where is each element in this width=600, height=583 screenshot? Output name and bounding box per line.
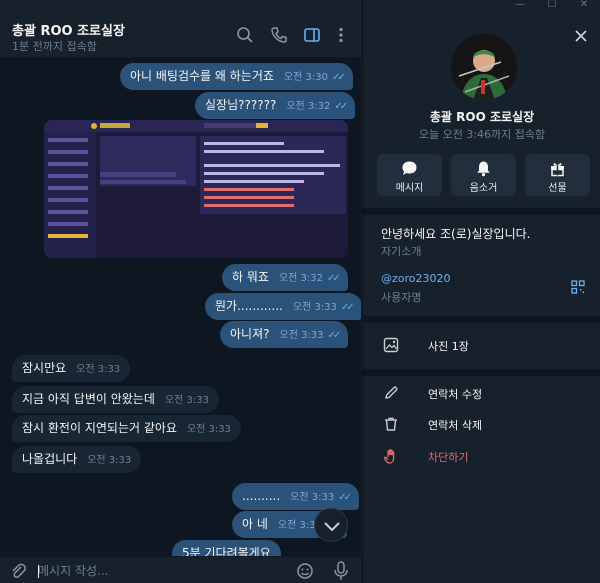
message-bubble[interactable]: .......... 오전 3:33 ✓✓: [232, 483, 359, 510]
message-time: 오전 3:33: [164, 395, 209, 406]
message-text: 아니져?: [230, 327, 270, 341]
message-text: 실장님??????: [205, 98, 277, 112]
microphone-icon[interactable]: [333, 561, 349, 583]
more-menu-icon[interactable]: [332, 26, 352, 46]
chevron-down-icon: [324, 522, 340, 532]
message-text: 잠시만요: [22, 361, 67, 375]
message-text: 지금 아직 답변이 안왔는데: [22, 392, 155, 406]
message-bubble[interactable]: 잠시 환전이 지연되는거 같아요 오전 3:33: [12, 415, 242, 442]
message-bubble[interactable]: 잠시만요 오전 3:33: [12, 355, 131, 382]
message-button-label: 메시지: [395, 183, 424, 194]
message-input[interactable]: [38, 563, 278, 579]
avatar[interactable]: [451, 34, 517, 100]
message-time: 오전 3:32: [278, 273, 323, 284]
message-bubble[interactable]: 뭔가............ 오전 3:33 ✓✓: [205, 293, 361, 320]
message-text: 하 뭐죠: [232, 270, 269, 284]
mute-button-label: 음소거: [469, 183, 498, 194]
bio-label: 자기소개: [381, 245, 422, 258]
text-caret: [38, 565, 39, 578]
message-time: 오전 3:33: [76, 364, 121, 375]
pencil-icon: [383, 385, 399, 401]
screenshot-thumbnail: [44, 120, 348, 258]
section-divider: [363, 208, 600, 215]
username-link[interactable]: @zoro23020: [381, 272, 451, 285]
emoji-icon[interactable]: [296, 562, 314, 583]
message-time: 오전 3:33: [279, 330, 324, 341]
block-user-row[interactable]: 차단하기: [363, 440, 600, 472]
search-icon[interactable]: [236, 26, 256, 46]
message-bubble[interactable]: 지금 아직 답변이 안왔는데 오전 3:33: [12, 386, 219, 413]
maximize-button[interactable]: ☐: [536, 0, 568, 14]
mute-button[interactable]: 음소거: [451, 154, 516, 196]
message-button[interactable]: 메시지: [377, 154, 442, 196]
hand-stop-icon: [383, 448, 399, 464]
gift-button-label: 선물: [548, 183, 567, 194]
close-icon[interactable]: [573, 28, 589, 44]
gift-icon: [549, 160, 566, 177]
message-time: 오전 3:32: [286, 101, 331, 112]
profile-name: 총괄 ROO 조로실장: [429, 110, 535, 124]
message-bubble[interactable]: 아니 배팅검수를 왜 하는거죠 오전 3:30 ✓✓: [120, 63, 353, 90]
message-text: 나올겁니다: [22, 452, 78, 466]
attach-icon[interactable]: [10, 562, 26, 583]
read-checks-icon: ✓✓: [326, 273, 341, 284]
message-time: 오전 3:33: [290, 492, 335, 503]
message-text: 아니 배팅검수를 왜 하는거죠: [130, 69, 274, 83]
window-controls: — ☐ ✕: [360, 0, 600, 14]
media-photos-row[interactable]: 사진 1장: [363, 329, 600, 361]
profile-last-seen: 오늘 오전 3:46까지 접속함: [418, 128, 546, 141]
message-bubble[interactable]: 실장님?????? 오전 3:32 ✓✓: [195, 92, 356, 119]
minimize-button[interactable]: —: [504, 0, 536, 14]
message-text: 아 네: [242, 517, 268, 531]
chat-header[interactable]: 총괄 ROO 조로실장 1분 전까지 접속함: [0, 0, 361, 58]
message-time: 오전 3:33: [87, 455, 132, 466]
message-text: ..........: [242, 489, 281, 503]
trash-icon: [383, 416, 399, 432]
message-bubble[interactable]: 하 뭐죠 오전 3:32 ✓✓: [222, 264, 348, 291]
side-panel-icon[interactable]: [303, 26, 323, 46]
chat-pane: 총괄 ROO 조로실장 1분 전까지 접속함 아니 배팅검수를 왜 하는거죠오전…: [0, 0, 361, 583]
message-list[interactable]: 아니 배팅검수를 왜 하는거죠 오전 3:30 ✓✓ 실장님?????? 오전 3:3…: [0, 59, 361, 567]
chat-last-seen: 1분 전까지 접속함: [12, 40, 97, 53]
read-checks-icon: ✓✓: [340, 302, 355, 313]
read-checks-icon: ✓✓: [331, 72, 346, 83]
message-text: 뭔가............: [215, 299, 283, 313]
telegram-window: 총괄 ROO 조로실장 1분 전까지 접속함 아니 배팅검수를 왜 하는거죠오전…: [0, 0, 600, 583]
message-time: 오전 3:33: [292, 302, 337, 313]
edit-contact-row[interactable]: 연락처 수정: [363, 377, 600, 409]
section-divider: [363, 369, 600, 376]
read-checks-icon: ✓✓: [334, 101, 348, 112]
composer: [0, 556, 361, 583]
block-user-label: 차단하기: [428, 451, 469, 464]
chat-title[interactable]: 총괄 ROO 조로실장: [12, 20, 125, 39]
delete-contact-row[interactable]: 연락처 삭제: [363, 408, 600, 440]
message-time: 오전 3:30: [283, 72, 328, 83]
delete-contact-label: 연락처 삭제: [428, 419, 483, 432]
phone-icon[interactable]: [270, 26, 290, 46]
section-divider: [363, 316, 600, 323]
qr-code-icon[interactable]: [571, 279, 585, 294]
gift-button[interactable]: 선물: [525, 154, 590, 196]
bio-text[interactable]: 안녕하세요 조(로)실장입니다.: [381, 225, 530, 242]
username-label: 사용자명: [381, 291, 422, 304]
image-icon: [383, 337, 399, 353]
profile-actions: 메시지 음소거 선물: [377, 154, 590, 196]
edit-contact-label: 연락처 수정: [428, 388, 483, 401]
read-checks-icon: ✓✓: [338, 492, 352, 503]
close-window-button[interactable]: ✕: [568, 0, 600, 14]
message-bubble[interactable]: 아니져? 오전 3:33 ✓✓: [220, 321, 349, 348]
message-bubble[interactable]: 나올겁니다 오전 3:33: [12, 446, 142, 473]
read-checks-icon: ✓✓: [327, 330, 342, 341]
scroll-down-button[interactable]: [314, 508, 348, 542]
message-time: 오전 3:33: [186, 424, 232, 435]
profile-panel: 총괄 ROO 조로실장 오늘 오전 3:46까지 접속함 메시지 음소거 선물: [362, 0, 600, 583]
message-icon: [401, 160, 418, 177]
media-photos-label: 사진 1장: [428, 340, 469, 353]
message-text: 잠시 환전이 지연되는거 같아요: [22, 421, 177, 435]
image-message[interactable]: [44, 120, 348, 258]
bell-icon: [475, 160, 492, 177]
